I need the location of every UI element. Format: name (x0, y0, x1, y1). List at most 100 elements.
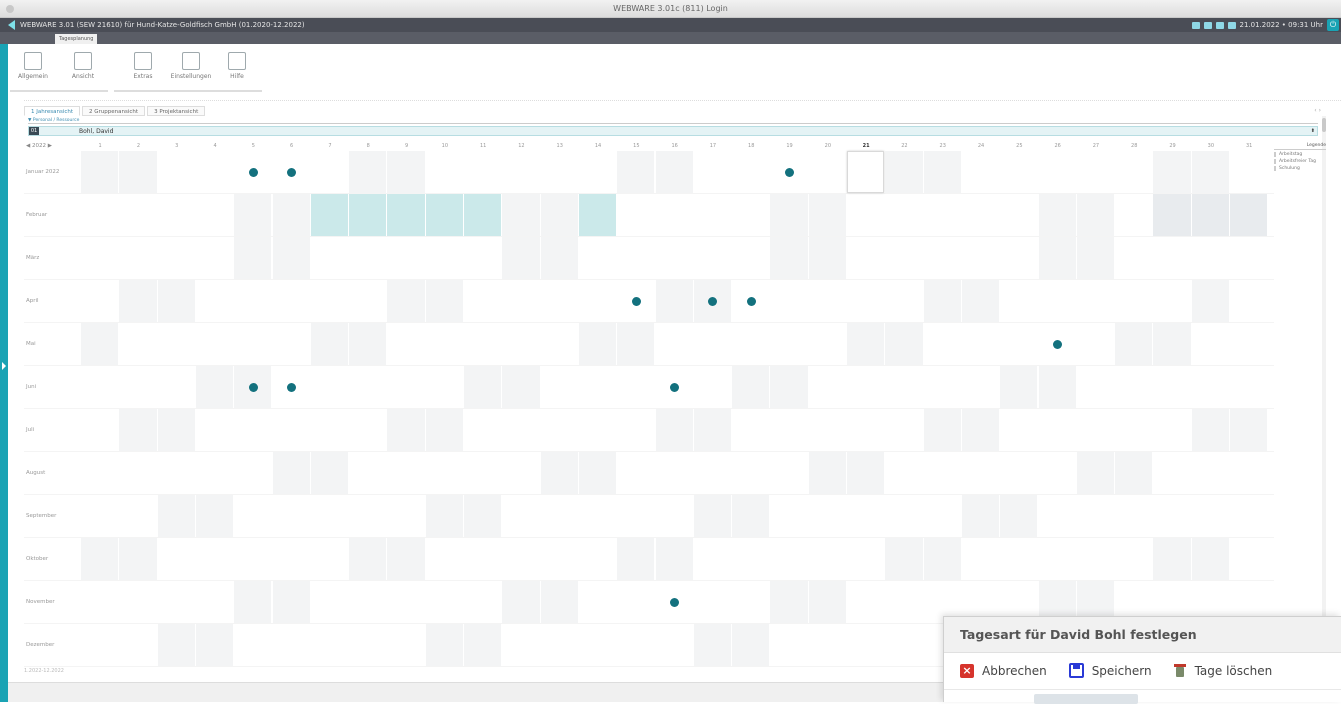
day-cell[interactable] (234, 194, 272, 236)
day-cell[interactable] (502, 237, 540, 279)
day-cell[interactable] (81, 323, 119, 365)
day-cell[interactable] (923, 280, 961, 322)
vacation-day-cell[interactable] (310, 194, 349, 236)
day-cell[interactable] (808, 237, 846, 279)
delete-days-button[interactable]: Tage löschen (1173, 663, 1272, 678)
day-cell[interactable] (119, 280, 157, 322)
tab-projektansicht[interactable]: 3 Projektansicht (147, 106, 206, 116)
scrollbar-thumb[interactable] (1322, 118, 1326, 132)
day-cell[interactable] (617, 323, 655, 365)
day-cell[interactable] (1153, 538, 1191, 580)
day-cell[interactable] (847, 323, 885, 365)
day-cell[interactable] (464, 366, 502, 408)
day-cell[interactable] (157, 495, 195, 537)
day-marker-icon[interactable] (785, 168, 795, 177)
day-cell[interactable] (923, 538, 961, 580)
day-cell[interactable] (1038, 194, 1076, 236)
day-cell[interactable] (502, 194, 540, 236)
day-cell[interactable] (387, 538, 425, 580)
day-cell[interactable] (157, 624, 195, 666)
day-marker-icon[interactable] (248, 383, 258, 392)
day-cell[interactable] (349, 538, 387, 580)
day-cell[interactable] (847, 452, 885, 494)
day-cell[interactable] (1076, 452, 1115, 494)
back-arrow-icon[interactable] (8, 20, 15, 30)
day-cell[interactable] (310, 452, 349, 494)
day-cell[interactable] (655, 151, 693, 193)
day-cell[interactable] (464, 624, 502, 666)
day-cell[interactable] (464, 495, 502, 537)
day-cell[interactable] (387, 151, 425, 193)
day-cell[interactable] (1191, 194, 1229, 236)
day-cell[interactable] (770, 581, 808, 623)
day-cell[interactable] (732, 495, 770, 537)
power-icon[interactable]: ⏻ (1327, 19, 1339, 31)
day-cell[interactable] (1000, 366, 1038, 408)
day-marker-icon[interactable] (631, 297, 641, 306)
day-cell[interactable] (272, 581, 310, 623)
view-nav-arrows[interactable]: ‹ › (1314, 107, 1321, 114)
tab-gruppenansicht[interactable]: 2 Gruppenansicht (82, 106, 146, 116)
day-cell[interactable] (1038, 366, 1076, 408)
day-cell[interactable] (349, 151, 387, 193)
day-cell[interactable] (119, 538, 157, 580)
day-cell[interactable] (425, 409, 463, 451)
day-cell[interactable] (387, 280, 425, 322)
day-cell[interactable] (1076, 194, 1115, 236)
vacation-day-cell[interactable] (425, 194, 463, 236)
side-panel-toggle[interactable] (0, 44, 8, 702)
day-cell[interactable] (119, 409, 157, 451)
day-cell[interactable] (1191, 538, 1229, 580)
user-icon[interactable] (1191, 21, 1200, 29)
day-cell[interactable] (808, 581, 846, 623)
day-cell[interactable] (655, 409, 693, 451)
day-cell[interactable] (119, 151, 157, 193)
day-cell[interactable] (1115, 452, 1153, 494)
day-cell[interactable] (1191, 151, 1229, 193)
ribbon-extras-button[interactable]: Extras (124, 52, 162, 80)
day-cell[interactable] (770, 194, 808, 236)
day-cell[interactable] (961, 409, 1000, 451)
day-cell[interactable] (732, 624, 770, 666)
day-cell[interactable] (425, 624, 463, 666)
tab-tagesplanung[interactable]: Tagesplanung (55, 34, 98, 44)
day-cell[interactable] (1230, 409, 1268, 451)
day-cell[interactable] (655, 538, 693, 580)
day-cell[interactable] (808, 452, 846, 494)
day-cell[interactable] (693, 624, 732, 666)
day-cell[interactable] (693, 409, 732, 451)
day-cell[interactable] (502, 366, 540, 408)
vacation-day-cell[interactable] (464, 194, 502, 236)
day-cell[interactable] (961, 495, 1000, 537)
person-selector[interactable]: 01 Bohl, David ⬍ (28, 126, 1318, 136)
day-cell[interactable] (387, 409, 425, 451)
tab-jahresansicht[interactable]: 1 Jahresansicht (24, 106, 81, 116)
day-cell[interactable] (81, 538, 119, 580)
day-cell[interactable] (234, 581, 272, 623)
day-cell[interactable] (578, 452, 617, 494)
day-cell[interactable] (923, 409, 961, 451)
vacation-day-cell[interactable] (578, 194, 617, 236)
calendar-icon[interactable] (1227, 21, 1236, 29)
day-cell[interactable] (349, 323, 387, 365)
cancel-button[interactable]: × Abbrechen (960, 663, 1047, 678)
day-cell[interactable] (195, 624, 234, 666)
day-cell[interactable] (1115, 323, 1153, 365)
day-cell[interactable] (617, 538, 655, 580)
day-cell[interactable] (195, 366, 234, 408)
day-marker-icon[interactable] (248, 168, 258, 177)
day-cell[interactable] (502, 581, 540, 623)
day-cell[interactable] (885, 538, 923, 580)
save-button[interactable]: Speichern (1068, 663, 1152, 678)
day-marker-icon[interactable] (746, 297, 756, 306)
day-cell[interactable] (1153, 194, 1191, 236)
day-cell[interactable] (732, 366, 770, 408)
ribbon-allgemein-button[interactable]: Allgemein (14, 52, 52, 80)
day-cell[interactable] (310, 323, 349, 365)
day-cell[interactable] (157, 409, 195, 451)
day-cell[interactable] (272, 452, 310, 494)
day-cell[interactable] (885, 151, 923, 193)
day-cell[interactable] (1000, 495, 1038, 537)
day-cell[interactable] (693, 495, 732, 537)
vertical-scrollbar[interactable] (1322, 116, 1326, 676)
